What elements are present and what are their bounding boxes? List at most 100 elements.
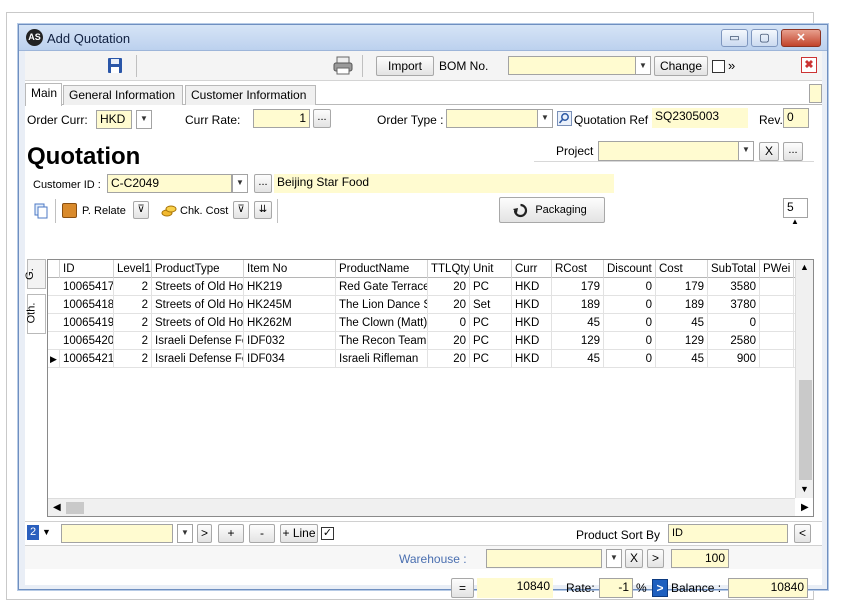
column-header-level1[interactable]: Level1 (114, 260, 152, 278)
project-dropdown-icon[interactable]: ▼ (738, 141, 754, 161)
check-cost-button[interactable]: Chk. Cost (180, 205, 228, 217)
filter-icon[interactable]: ⊽ (133, 201, 149, 219)
warehouse-next-button[interactable]: > (647, 549, 664, 568)
product-relate-button[interactable]: P. Relate (82, 205, 126, 217)
scroll-left-icon[interactable]: ◀ (53, 502, 61, 513)
grid-horizontal-scrollbar[interactable]: ◀ ▶ (48, 498, 809, 516)
bom-dropdown-icon[interactable]: ▼ (635, 56, 651, 75)
remove-button[interactable]: - (249, 524, 275, 543)
table-row[interactable]: 10065419 2 Streets of Old Hon HK262M The… (48, 314, 813, 332)
row-count-up-icon[interactable]: ▲ (791, 217, 799, 226)
line-filter-input[interactable] (61, 524, 173, 543)
warehouse-clear-button[interactable]: X (625, 549, 643, 568)
cell-discount: 0 (604, 278, 656, 296)
maximize-button[interactable]: ▢ (751, 29, 778, 47)
scroll-up-icon[interactable]: ▲ (800, 262, 809, 272)
add-line-button[interactable]: + Line (280, 524, 318, 543)
customer-id-dropdown-icon[interactable]: ▼ (232, 174, 248, 193)
column-header-rcost[interactable]: RCost (552, 260, 604, 278)
side-tab-general[interactable]: G. (24, 259, 46, 289)
side-tab-other[interactable]: Oth. (25, 294, 46, 334)
warehouse-dropdown-icon[interactable]: ▼ (606, 549, 622, 568)
app-icon: AS (26, 29, 43, 46)
copy-icon[interactable] (33, 203, 49, 219)
level-selector[interactable]: 2 (27, 525, 39, 540)
more-chevron-icon[interactable]: » (728, 58, 735, 73)
vertical-scroll-thumb[interactable] (799, 380, 812, 480)
import-button[interactable]: Import (376, 56, 434, 76)
column-header-curr[interactable]: Curr (512, 260, 552, 278)
column-header-pweight[interactable]: PWei (760, 260, 794, 278)
line-next-button[interactable]: > (197, 524, 212, 543)
minimize-button[interactable]: ▭ (721, 29, 748, 47)
table-row[interactable]: ▶ 10065421 2 Israeli Defense For IDF034 … (48, 350, 813, 368)
curr-rate-ellipsis-button[interactable]: ... (313, 109, 331, 128)
column-header-discount[interactable]: Discount (604, 260, 656, 278)
close-button[interactable]: ✕ (781, 29, 821, 47)
balance-value: 10840 (728, 578, 808, 598)
tab-customer-information[interactable]: Customer Information (185, 85, 316, 105)
line-filter-dropdown-icon[interactable]: ▼ (177, 524, 193, 543)
cell-unit: PC (470, 332, 512, 350)
order-type-input[interactable] (446, 109, 538, 128)
project-input[interactable] (598, 141, 739, 161)
cell-item-no: IDF034 (244, 350, 336, 368)
change-checkbox[interactable] (712, 60, 725, 73)
filter-icon[interactable]: ⊽ (233, 201, 249, 219)
order-curr-input[interactable]: HKD (96, 110, 132, 129)
window-client: Import BOM No. ▼ Change » ✖ Main General… (24, 51, 822, 598)
column-header-product-type[interactable]: ProductType (152, 260, 244, 278)
add-button[interactable]: + (218, 524, 244, 543)
scroll-right-icon[interactable]: ▶ (801, 502, 809, 513)
horizontal-scroll-thumb[interactable] (66, 502, 84, 514)
table-row[interactable]: 10065417 2 Streets of Old Hon HK219 Red … (48, 278, 813, 296)
cell-id: 10065417 (60, 278, 114, 296)
grid-vertical-scrollbar[interactable]: ▲ ▼ (795, 260, 813, 498)
quotation-ref-search-icon[interactable] (557, 111, 572, 126)
expand-all-icon[interactable]: ⇊ (254, 201, 272, 219)
balance-apply-button[interactable]: > (652, 579, 668, 597)
printer-icon[interactable] (333, 56, 353, 75)
cell-unit: Set (470, 296, 512, 314)
warehouse-qty-input[interactable]: 100 (671, 549, 729, 568)
tab-side-field[interactable] (809, 84, 822, 103)
tab-general-information[interactable]: General Information (63, 85, 183, 105)
product-sort-input[interactable]: ID (668, 524, 788, 543)
row-count-field[interactable]: 5 (783, 198, 808, 218)
warehouse-input[interactable] (486, 549, 602, 568)
table-row[interactable]: 10065420 2 Israeli Defense For IDF032 Th… (48, 332, 813, 350)
column-header-product-name[interactable]: ProductName (336, 260, 428, 278)
column-header-subtotal[interactable]: SubTotal (708, 260, 760, 278)
quotation-ref-value[interactable]: SQ2305003 (652, 108, 748, 128)
customer-ellipsis-button[interactable]: ... (254, 174, 272, 193)
column-header-unit[interactable]: Unit (470, 260, 512, 278)
column-header-id[interactable]: ID (60, 260, 114, 278)
tab-main[interactable]: Main (25, 83, 62, 106)
product-sort-toggle-button[interactable]: < (794, 524, 811, 543)
scroll-down-icon[interactable]: ▼ (800, 484, 809, 494)
customer-id-input[interactable]: C-C2049 (107, 174, 232, 193)
title-bar[interactable]: AS Add Quotation ▭ ▢ ✕ (19, 25, 827, 51)
revision-input[interactable]: 0 (783, 108, 809, 128)
cell-product-name: The Clown (Matt) (336, 314, 428, 332)
change-button[interactable]: Change (654, 56, 708, 76)
level-dropdown-icon[interactable]: ▼ (42, 527, 51, 537)
project-clear-button[interactable]: X (759, 142, 779, 161)
table-row[interactable]: 10065418 2 Streets of Old Hon HK245M The… (48, 296, 813, 314)
save-icon[interactable] (107, 57, 123, 74)
cell-unit: PC (470, 278, 512, 296)
project-ellipsis-button[interactable]: ... (783, 142, 803, 161)
cell-cost: 45 (656, 314, 708, 332)
recalculate-button[interactable]: = (451, 578, 474, 598)
curr-rate-input[interactable]: 1 (253, 109, 310, 128)
column-header-cost[interactable]: Cost (656, 260, 708, 278)
cell-id: 10065419 (60, 314, 114, 332)
bom-no-input[interactable] (508, 56, 636, 75)
column-header-ttl-qty[interactable]: TTLQty (428, 260, 470, 278)
column-header-item-no[interactable]: Item No (244, 260, 336, 278)
close-form-icon[interactable]: ✖ (801, 57, 817, 73)
rate-input[interactable]: -1 (599, 578, 633, 598)
order-curr-dropdown-icon[interactable]: ▼ (136, 110, 152, 129)
order-type-dropdown-icon[interactable]: ▼ (537, 109, 553, 128)
add-line-checkbox[interactable]: ✓ (321, 527, 334, 540)
